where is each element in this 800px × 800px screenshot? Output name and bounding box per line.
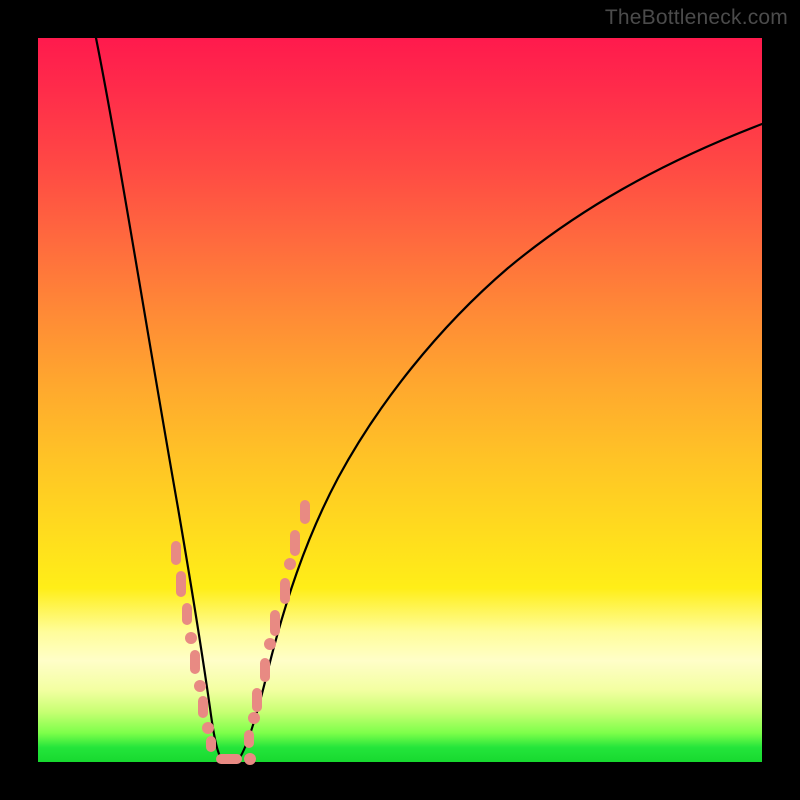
bead <box>206 736 216 752</box>
bead <box>185 632 197 644</box>
bead-cluster-left <box>171 541 216 752</box>
chart-frame: TheBottleneck.com <box>0 0 800 800</box>
bead <box>260 658 270 682</box>
bead <box>198 696 208 718</box>
bead <box>290 530 300 556</box>
bead-cluster-bottom <box>216 753 256 765</box>
bead-cluster-right <box>244 500 310 748</box>
bottleneck-curve <box>38 38 762 762</box>
bead <box>216 754 242 764</box>
bead <box>194 680 206 692</box>
bead <box>248 712 260 724</box>
bead <box>202 722 214 734</box>
plot-area <box>38 38 762 762</box>
bead <box>244 753 256 765</box>
bead <box>176 571 186 597</box>
bead <box>300 500 310 524</box>
bead <box>190 650 200 674</box>
bead <box>171 541 181 565</box>
bead <box>280 578 290 604</box>
bead <box>264 638 276 650</box>
bead <box>270 610 280 636</box>
bead <box>244 730 254 748</box>
bead <box>252 688 262 712</box>
watermark-text: TheBottleneck.com <box>605 6 788 30</box>
bead <box>182 603 192 625</box>
bead <box>284 558 296 570</box>
